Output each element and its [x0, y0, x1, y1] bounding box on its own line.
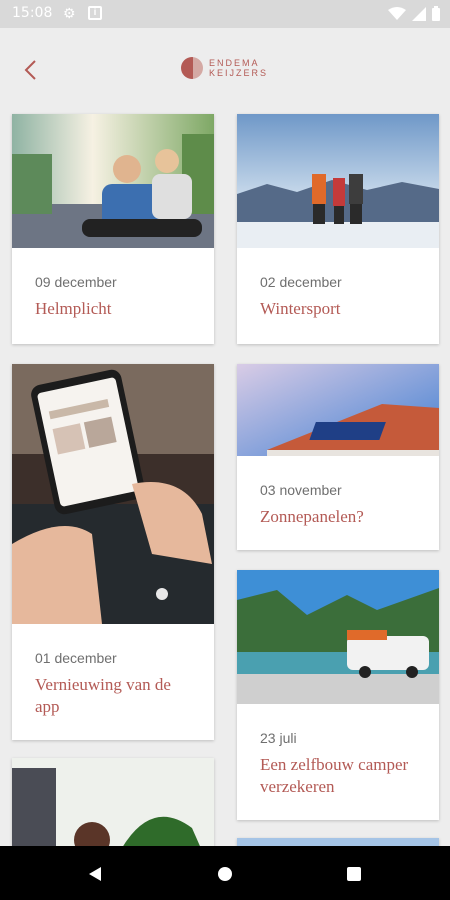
article-date: 02 december — [260, 274, 342, 290]
back-button[interactable] — [20, 58, 44, 82]
article-title: Een zelfbouw camper verzekeren — [260, 755, 409, 796]
article-image — [237, 570, 439, 704]
article-date: 01 december — [35, 650, 117, 666]
logo-mark — [181, 57, 203, 79]
app-bar: ENDEMA KEIJZERS — [0, 28, 450, 112]
article-image — [12, 364, 214, 624]
article-grid[interactable]: 09 december Helmplicht 02 december Winte… — [0, 112, 450, 846]
info-icon: i — [88, 6, 102, 20]
logo-line2: KEIJZERS — [209, 68, 269, 78]
article-image — [12, 758, 214, 846]
article-image — [12, 114, 214, 248]
article-date: 09 december — [35, 274, 117, 290]
navigation-bar — [0, 846, 450, 900]
battery-icon — [432, 6, 440, 21]
recents-nav-button[interactable] — [346, 866, 362, 882]
article-card[interactable]: 01 december Vernieuwing van de app — [12, 364, 214, 740]
article-card[interactable]: 02 december Wintersport — [237, 114, 439, 344]
article-card[interactable]: 09 december Helmplicht — [12, 114, 214, 344]
article-card[interactable]: 03 november Zonnepanelen? — [237, 364, 439, 550]
article-date: 23 juli — [260, 730, 297, 746]
chevron-left-icon — [24, 60, 36, 80]
article-card[interactable]: 23 juli Een zelfbouw camper verzekeren — [237, 570, 439, 820]
article-date: 03 november — [260, 482, 342, 498]
article-image — [237, 114, 439, 248]
gear-icon: ⚙ — [63, 5, 76, 21]
wifi-icon — [388, 6, 406, 20]
home-nav-button[interactable] — [217, 866, 233, 882]
article-title: Helmplicht — [35, 299, 112, 318]
logo-line1: ENDEMA — [209, 58, 260, 68]
article-card[interactable] — [12, 758, 214, 846]
article-card[interactable] — [237, 838, 439, 846]
status-time: 15:08 — [12, 5, 53, 21]
article-title: Zonnepanelen? — [260, 507, 364, 526]
signal-icon — [412, 6, 426, 21]
article-image — [237, 364, 439, 456]
article-image — [237, 838, 439, 846]
status-bar: 15:08 ⚙ i — [0, 0, 450, 28]
article-title: Wintersport — [260, 299, 341, 318]
back-nav-button[interactable] — [87, 866, 103, 882]
brand-logo: ENDEMA KEIJZERS — [181, 57, 268, 79]
article-title: Vernieuwing van de app — [35, 675, 171, 716]
